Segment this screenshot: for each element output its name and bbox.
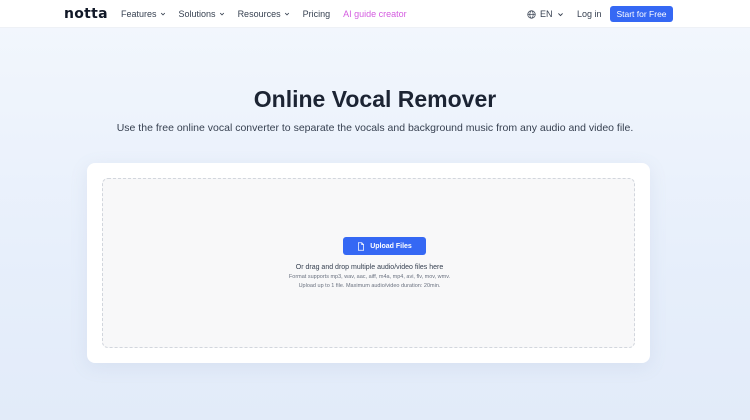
upload-card: Upload Files Or drag and drop multiple a… — [87, 163, 650, 363]
upload-files-button[interactable]: Upload Files — [343, 237, 426, 255]
page-title: Online Vocal Remover — [253, 86, 497, 112]
language-selector[interactable]: EN — [527, 9, 568, 19]
nav-features-label: Features — [121, 9, 157, 19]
chevron-down-icon — [160, 12, 165, 16]
file-icon — [358, 241, 365, 251]
nav-pricing-label: Pricing — [302, 9, 331, 19]
nav-pricing[interactable]: Pricing — [303, 9, 331, 19]
upload-files-label: Upload Files — [370, 242, 412, 250]
page-subtitle: Use the free online vocal converter to s… — [116, 122, 634, 134]
nav-ai-guide-creator-label: AI guide creator — [343, 9, 407, 19]
top-navigation: notta Features Solutions Resources Prici… — [0, 0, 750, 28]
globe-icon — [527, 9, 536, 19]
supported-formats: Format supports mp3, wav, aac, aiff, m4a… — [288, 274, 451, 280]
notta-logo[interactable]: notta — [64, 6, 108, 22]
nav-ai-guide-creator[interactable]: AI guide creator — [343, 9, 407, 19]
nav-resources[interactable]: Resources — [238, 9, 290, 19]
start-for-free-button[interactable]: Start for Free — [610, 6, 673, 22]
chevron-down-icon — [284, 12, 289, 16]
file-dropzone[interactable]: Upload Files Or drag and drop multiple a… — [102, 178, 635, 348]
login-link[interactable]: Log in — [577, 9, 602, 19]
drag-drop-hint: Or drag and drop multiple audio/video fi… — [295, 264, 444, 271]
main-nav: Features Solutions Resources Pricing AI … — [121, 0, 420, 28]
language-label: EN — [540, 9, 553, 19]
nav-features[interactable]: Features — [121, 9, 166, 19]
chevron-down-icon — [219, 12, 224, 16]
nav-solutions-label: Solutions — [178, 9, 216, 19]
nav-resources-label: Resources — [237, 9, 281, 19]
nav-solutions[interactable]: Solutions — [179, 9, 225, 19]
upload-limit: Upload up to 1 file. Maximum audio/video… — [298, 283, 441, 289]
chevron-down-icon — [557, 12, 563, 16]
